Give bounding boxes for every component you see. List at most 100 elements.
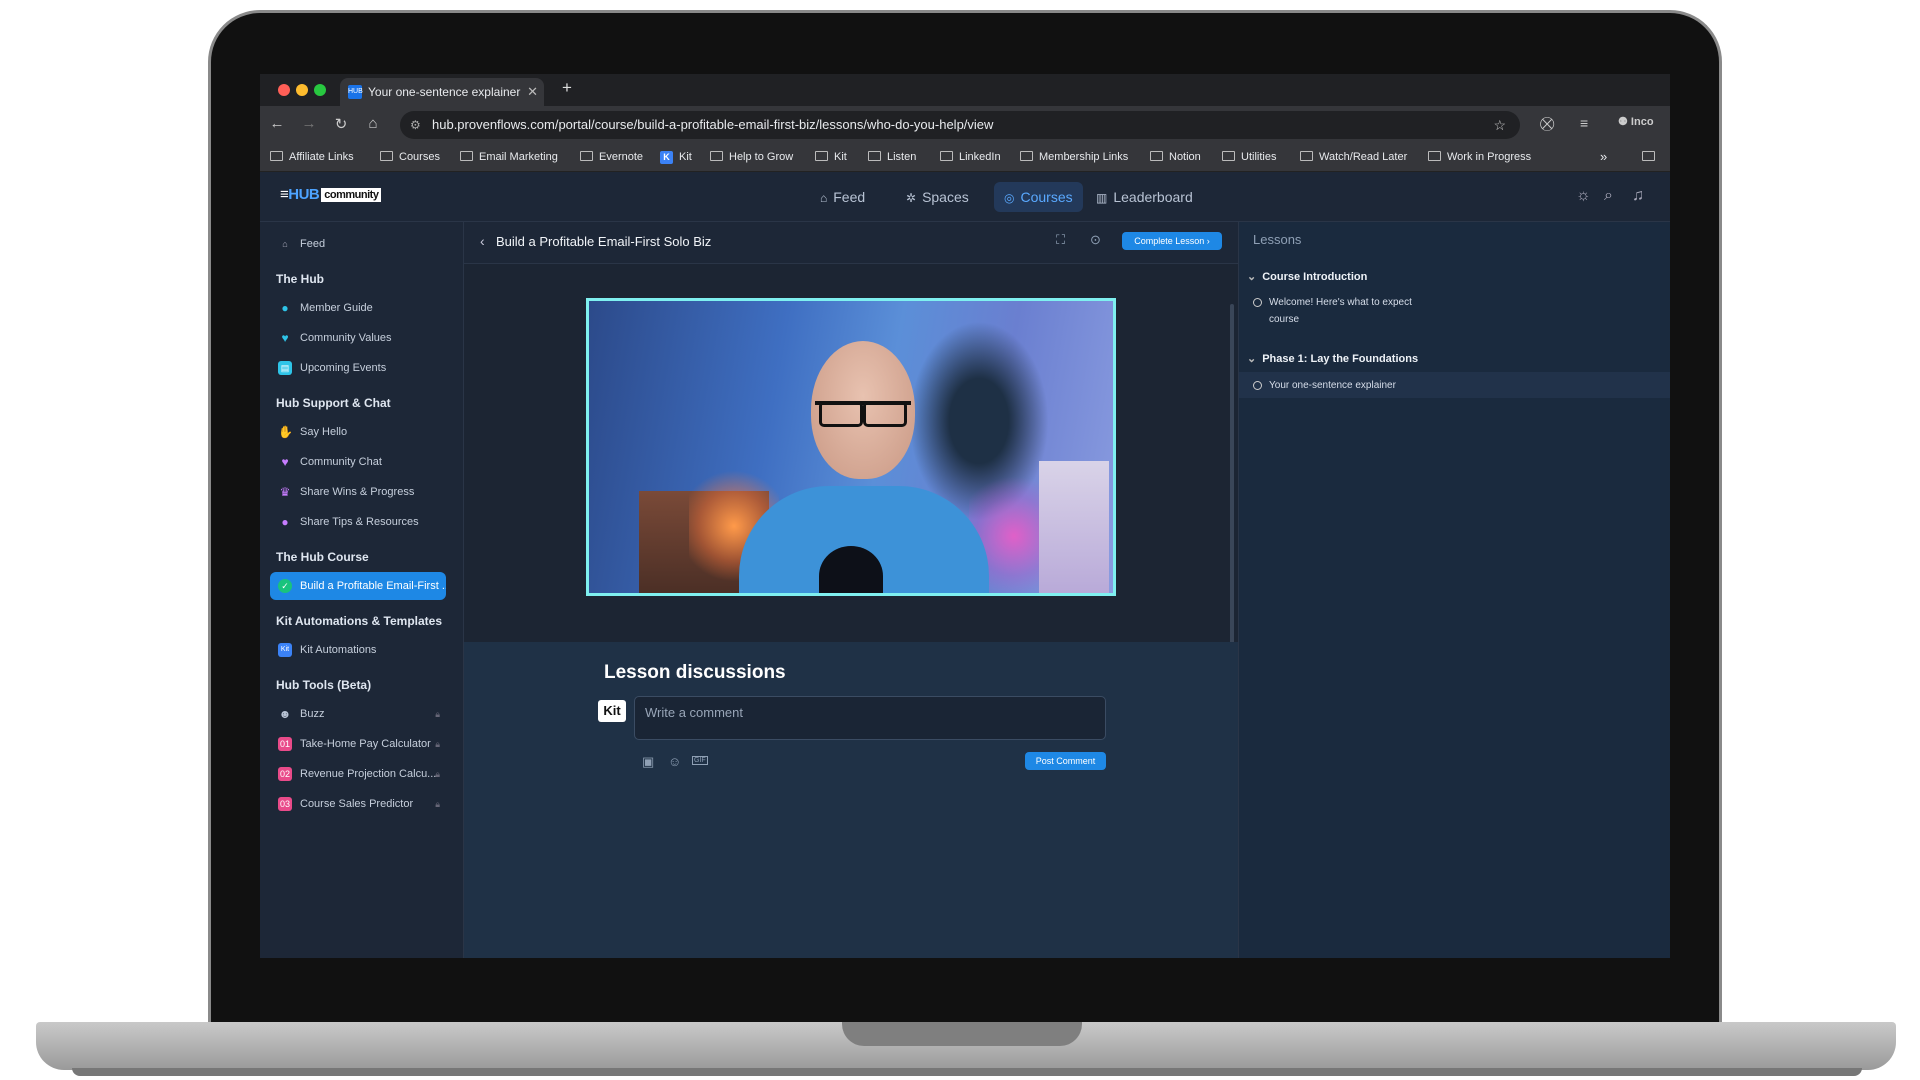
lesson-item-label: Your one-sentence explainer — [1269, 380, 1396, 391]
bookmark-label: Utilities — [1241, 151, 1277, 163]
folder-icon — [1150, 151, 1163, 161]
theme-toggle-icon[interactable]: ☼ — [1576, 187, 1591, 205]
bookmark-listen[interactable]: Listen — [868, 144, 916, 170]
sidebar-item-community-chat[interactable]: ♥ Community Chat — [270, 448, 446, 476]
sidebar-item-label: Course Sales Predictor — [300, 798, 414, 810]
bookmark-help-to-grow[interactable]: Help to Grow — [710, 144, 793, 170]
sidebar-item-say-hello[interactable]: ✋ Say Hello — [270, 418, 446, 446]
sidebar-section-hub-course: The Hub Course — [276, 550, 369, 564]
home-icon[interactable]: ⌂ — [364, 115, 382, 132]
sidebar-item-revenue-projection[interactable]: 02 Revenue Projection Calcu... 🔒︎ — [270, 760, 446, 788]
sidebar-item-feed[interactable]: ⌂ Feed — [270, 230, 446, 258]
lesson-section-course-introduction[interactable]: ⌄ Course Introduction — [1247, 270, 1367, 283]
folder-icon — [1642, 151, 1655, 161]
bookmark-kit[interactable]: K Kit — [660, 144, 692, 170]
lesson-item-welcome[interactable]: Welcome! Here's what to expect course — [1253, 294, 1412, 328]
incomplete-circle-icon — [1253, 298, 1262, 307]
bell-icon[interactable]: ♫ — [1632, 187, 1644, 205]
sidebar-item-share-wins[interactable]: ♛ Share Wins & Progress — [270, 478, 446, 506]
bookmark-linkedin[interactable]: LinkedIn — [940, 144, 1001, 170]
bookmark-watch-read-later[interactable]: Watch/Read Later — [1300, 144, 1407, 170]
bookmark-work-in-progress[interactable]: Work in Progress — [1428, 144, 1531, 170]
lesson-section-phase-1[interactable]: ⌄ Phase 1: Lay the Foundations — [1247, 352, 1418, 365]
close-window-button[interactable] — [278, 84, 290, 96]
section-label: Course Introduction — [1262, 271, 1368, 283]
sidebar-item-share-tips[interactable]: ● Share Tips & Resources — [270, 508, 446, 536]
discussions-title: Lesson discussions — [604, 662, 786, 683]
lesson-video-player[interactable] — [586, 298, 1116, 596]
browser-tab[interactable]: HUB Your one-sentence explainer ✕ — [340, 78, 544, 106]
complete-lesson-button[interactable]: Complete Lesson › — [1122, 232, 1222, 250]
gif-icon[interactable]: GIF — [692, 756, 708, 765]
image-icon[interactable]: ▣ — [642, 754, 654, 770]
emoji-icon[interactable]: ☺ — [668, 754, 681, 769]
sidebar-item-course[interactable]: ✓ Build a Profitable Email-First ... — [270, 572, 446, 600]
sidebar-item-kit-automations[interactable]: Kit Kit Automations — [270, 636, 446, 664]
sidebar-item-course-sales[interactable]: 03 Course Sales Predictor 🔒︎ — [270, 790, 446, 818]
avatar: Kit — [598, 700, 626, 722]
incomplete-circle-icon — [1253, 381, 1262, 390]
lesson-item-label: Welcome! Here's what to expect — [1269, 297, 1412, 308]
post-comment-button[interactable]: Post Comment — [1025, 752, 1106, 770]
nav-spaces[interactable]: ✲ Spaces — [896, 182, 979, 212]
chevron-left-icon[interactable]: ‹ — [480, 233, 485, 249]
video-area — [464, 264, 1238, 642]
search-icon[interactable]: ⌕ — [1604, 187, 1613, 205]
sidebar-item-label: Upcoming Events — [300, 362, 387, 374]
bookmark-notion[interactable]: Notion — [1150, 144, 1201, 170]
lessons-panel: Lessons ⌄ Course Introduction Welcome! He… — [1238, 222, 1670, 958]
bookmark-label: Listen — [887, 151, 917, 163]
section-label: Phase 1: Lay the Foundations — [1262, 353, 1419, 365]
back-arrow-icon[interactable]: ← — [268, 115, 286, 132]
profile-label: Inco — [1630, 116, 1654, 128]
nav-courses[interactable]: ◎ Courses — [994, 182, 1083, 212]
fullscreen-icon[interactable]: ⛶ — [1056, 232, 1065, 248]
focus-mode-icon[interactable]: ⊙ — [1090, 232, 1101, 248]
nav-label: Courses — [1020, 189, 1073, 205]
sidebar-item-label: Kit Automations — [300, 644, 377, 656]
sidebar-item-community-values[interactable]: ♥ Community Values — [270, 324, 446, 352]
new-tab-icon[interactable]: + — [562, 78, 572, 98]
reload-icon[interactable]: ↻ — [332, 115, 350, 133]
bookmark-label: Kit — [679, 151, 692, 163]
folder-icon — [940, 151, 953, 161]
sidebar-item-upcoming-events[interactable]: ▤ Upcoming Events — [270, 354, 446, 382]
sidebar-item-label: Community Values — [300, 332, 392, 344]
bookmark-courses[interactable]: Courses — [380, 144, 440, 170]
logo-hub: HUB — [288, 186, 320, 203]
sidebar-item-take-home-pay[interactable]: 01 Take-Home Pay Calculator 🔒︎ — [270, 730, 446, 758]
bookmark-affiliate-links[interactable]: Affiliate Links — [270, 144, 354, 170]
number-03-icon: 03 — [278, 797, 292, 811]
site-settings-icon[interactable]: ⚙ — [410, 111, 421, 139]
minimize-window-button[interactable] — [296, 84, 308, 96]
nav-leaderboard[interactable]: ▥ Leaderboard — [1086, 182, 1203, 212]
maximize-window-button[interactable] — [314, 84, 326, 96]
address-bar[interactable]: ⚙ hub.provenflows.com/portal/course/buil… — [400, 111, 1520, 139]
bookmark-evernote[interactable]: Evernote — [580, 144, 643, 170]
sidebar-item-buzz[interactable]: ☻ Buzz 🔒︎ — [270, 700, 446, 728]
bookmark-email-marketing[interactable]: Email Marketing — [460, 144, 558, 170]
profile-button[interactable]: ⚉ Inco — [1618, 115, 1654, 128]
bookmarks-bar: Affiliate Links Courses Email Marketing … — [260, 144, 1670, 172]
sidebar-section-support: Hub Support & Chat — [276, 396, 391, 410]
bookmark-star-icon[interactable]: ☆ — [1493, 111, 1506, 139]
bookmarks-overflow-icon[interactable]: » — [1600, 144, 1607, 170]
sidebar-item-member-guide[interactable]: ● Member Guide — [270, 294, 446, 322]
forward-arrow-icon[interactable]: → — [300, 115, 318, 132]
folder-icon — [1020, 151, 1033, 161]
bookmark-all-folder[interactable] — [1642, 144, 1661, 170]
tab-close-icon[interactable]: ✕ — [527, 78, 538, 106]
bookmark-membership-links[interactable]: Membership Links — [1020, 144, 1128, 170]
tab-favicon-icon: HUB — [348, 85, 363, 99]
incognito-icon[interactable]: ⛒ — [1540, 115, 1554, 132]
home-icon: ⌂ — [820, 191, 828, 205]
bookmark-kit-folder[interactable]: Kit — [815, 144, 847, 170]
bookmark-utilities[interactable]: Utilities — [1222, 144, 1276, 170]
nav-feed[interactable]: ⌂ Feed — [810, 182, 875, 212]
reading-list-icon[interactable]: ≡ — [1580, 115, 1588, 131]
hub-community-logo[interactable]: ≡HUB community — [280, 186, 382, 206]
lock-icon: 🔒︎ — [435, 739, 440, 749]
comment-input[interactable]: Write a comment — [634, 696, 1106, 740]
lesson-item-one-sentence-explainer[interactable]: Your one-sentence explainer — [1253, 377, 1396, 394]
browser-tab-bar: HUB Your one-sentence explainer ✕ + — [260, 74, 1670, 106]
